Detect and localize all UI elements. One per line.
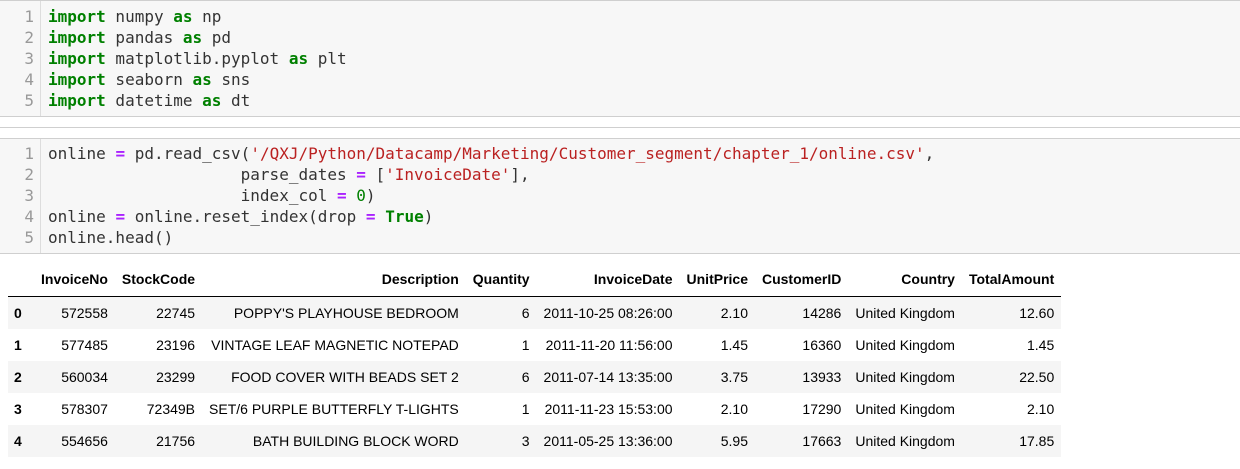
code-line: 1 online = pd.read_csv('/QXJ/Python/Datac… bbox=[24, 144, 935, 163]
row-index: 1 bbox=[14, 337, 22, 353]
table-cell: 572558 bbox=[61, 305, 108, 321]
table-cell: 1 bbox=[521, 401, 530, 417]
table-cell: United Kingdom bbox=[855, 433, 955, 449]
table-cell: 6 bbox=[521, 305, 530, 321]
table-cell: 5.95 bbox=[720, 433, 748, 449]
table-cell: BATH BUILDING BLOCK WORD bbox=[252, 433, 459, 449]
table-row: 4 554656 21756 BATH BUILDING BLOCK WORD … bbox=[8, 425, 1062, 457]
table-cell: United Kingdom bbox=[855, 305, 955, 321]
code-line: 5 online.head() bbox=[24, 228, 174, 247]
row-index: 2 bbox=[14, 369, 22, 385]
column-header: TotalAmount bbox=[961, 262, 1062, 297]
row-index: 0 bbox=[14, 305, 22, 321]
table-cell: United Kingdom bbox=[855, 369, 955, 385]
table-cell: SET/6 PURPLE BUTTERFLY T-LIGHTS bbox=[209, 401, 459, 417]
table-cell: 2.10 bbox=[1027, 401, 1055, 417]
table-cell: 1 bbox=[521, 337, 530, 353]
table-cell: 2011-05-25 13:36:00 bbox=[543, 433, 673, 449]
table-cell: 577485 bbox=[61, 337, 108, 353]
table-cell: 1.45 bbox=[1027, 337, 1055, 353]
table-cell: 2011-10-25 08:26:00 bbox=[543, 305, 673, 321]
row-index: 4 bbox=[14, 433, 22, 449]
table-cell: 578307 bbox=[61, 401, 108, 417]
table-cell: VINTAGE LEAF MAGNETIC NOTEPAD bbox=[211, 337, 459, 353]
table-cell: 13933 bbox=[802, 369, 842, 385]
table-cell: 3 bbox=[521, 433, 530, 449]
table-cell: 23196 bbox=[156, 337, 196, 353]
table-row: 0 572558 22745 POPPY'S PLAYHOUSE BEDROOM… bbox=[8, 296, 1062, 329]
table-cell: 2.10 bbox=[720, 305, 748, 321]
table-cell: 22.50 bbox=[1019, 369, 1055, 385]
table-cell: 23299 bbox=[156, 369, 196, 385]
table-cell: United Kingdom bbox=[855, 337, 955, 353]
table-cell: 12.60 bbox=[1019, 305, 1055, 321]
table-cell: 2.10 bbox=[720, 401, 748, 417]
column-header: CustomerID bbox=[754, 262, 849, 297]
table-cell: 17.85 bbox=[1019, 433, 1055, 449]
table-cell: United Kingdom bbox=[855, 401, 955, 417]
column-header: Country bbox=[848, 262, 962, 297]
column-header: StockCode bbox=[114, 262, 203, 297]
cell-divider bbox=[0, 127, 1240, 128]
code-line: 2 import pandas as pd bbox=[24, 28, 232, 47]
table-cell: 72349B bbox=[146, 401, 196, 417]
column-header: InvoiceDate bbox=[536, 262, 680, 297]
code-line: 4 online = online.reset_index(drop = True… bbox=[24, 207, 434, 226]
table-row: 3 578307 72349B SET/6 PURPLE BUTTERFLY T… bbox=[8, 393, 1061, 425]
table-cell: 17663 bbox=[802, 433, 842, 449]
table-header-row: InvoiceNo StockCode Description Quantity… bbox=[8, 262, 1062, 297]
table-row: 1 577485 23196 VINTAGE LEAF MAGNETIC NOT… bbox=[8, 329, 1061, 361]
table-cell: 554656 bbox=[61, 433, 108, 449]
code-line: 3 index_col = 0) bbox=[24, 186, 376, 205]
column-header: Quantity bbox=[465, 262, 537, 297]
table-row: 2 560034 23299 FOOD COVER WITH BEADS SET… bbox=[8, 361, 1062, 393]
table-cell: 2011-07-14 13:35:00 bbox=[543, 369, 673, 385]
table-cell: 2011-11-23 15:53:00 bbox=[544, 401, 673, 417]
table-cell: 17290 bbox=[802, 401, 842, 417]
row-index: 3 bbox=[14, 401, 22, 417]
column-header: Description bbox=[202, 262, 466, 297]
code-line: 2 parse_dates = ['InvoiceDate'], bbox=[24, 165, 530, 184]
code-cell-read-csv[interactable]: 1 online = pd.read_csv('/QXJ/Python/Datac… bbox=[0, 138, 1240, 254]
column-header: UnitPrice bbox=[679, 262, 755, 297]
table-cell: 560034 bbox=[61, 369, 108, 385]
table-cell: FOOD COVER WITH BEADS SET 2 bbox=[231, 369, 459, 385]
table-cell: 22745 bbox=[156, 305, 196, 321]
code-line: 1 import numpy as np bbox=[24, 7, 222, 26]
dataframe-output: InvoiceNo StockCode Description Quantity… bbox=[8, 262, 1062, 457]
column-header: InvoiceNo bbox=[34, 262, 115, 297]
table-cell: 2011-11-20 11:56:00 bbox=[545, 337, 673, 353]
code-line: 5 import datetime as dt bbox=[24, 91, 251, 110]
table-cell: 1.45 bbox=[720, 337, 748, 353]
table-cell: 14286 bbox=[802, 305, 842, 321]
table-cell: 21756 bbox=[156, 433, 196, 449]
code-line: 3 import matplotlib.pyplot as plt bbox=[24, 49, 347, 68]
table-cell: 3.75 bbox=[720, 369, 748, 385]
table-cell: 16360 bbox=[802, 337, 842, 353]
table-cell: POPPY'S PLAYHOUSE BEDROOM bbox=[233, 305, 459, 321]
code-line: 4 import seaborn as sns bbox=[24, 70, 251, 89]
table-cell: 6 bbox=[521, 369, 530, 385]
index-header bbox=[8, 262, 34, 297]
code-cell-imports[interactable]: 1 import numpy as np 2 import pandas as pd… bbox=[0, 0, 1240, 117]
